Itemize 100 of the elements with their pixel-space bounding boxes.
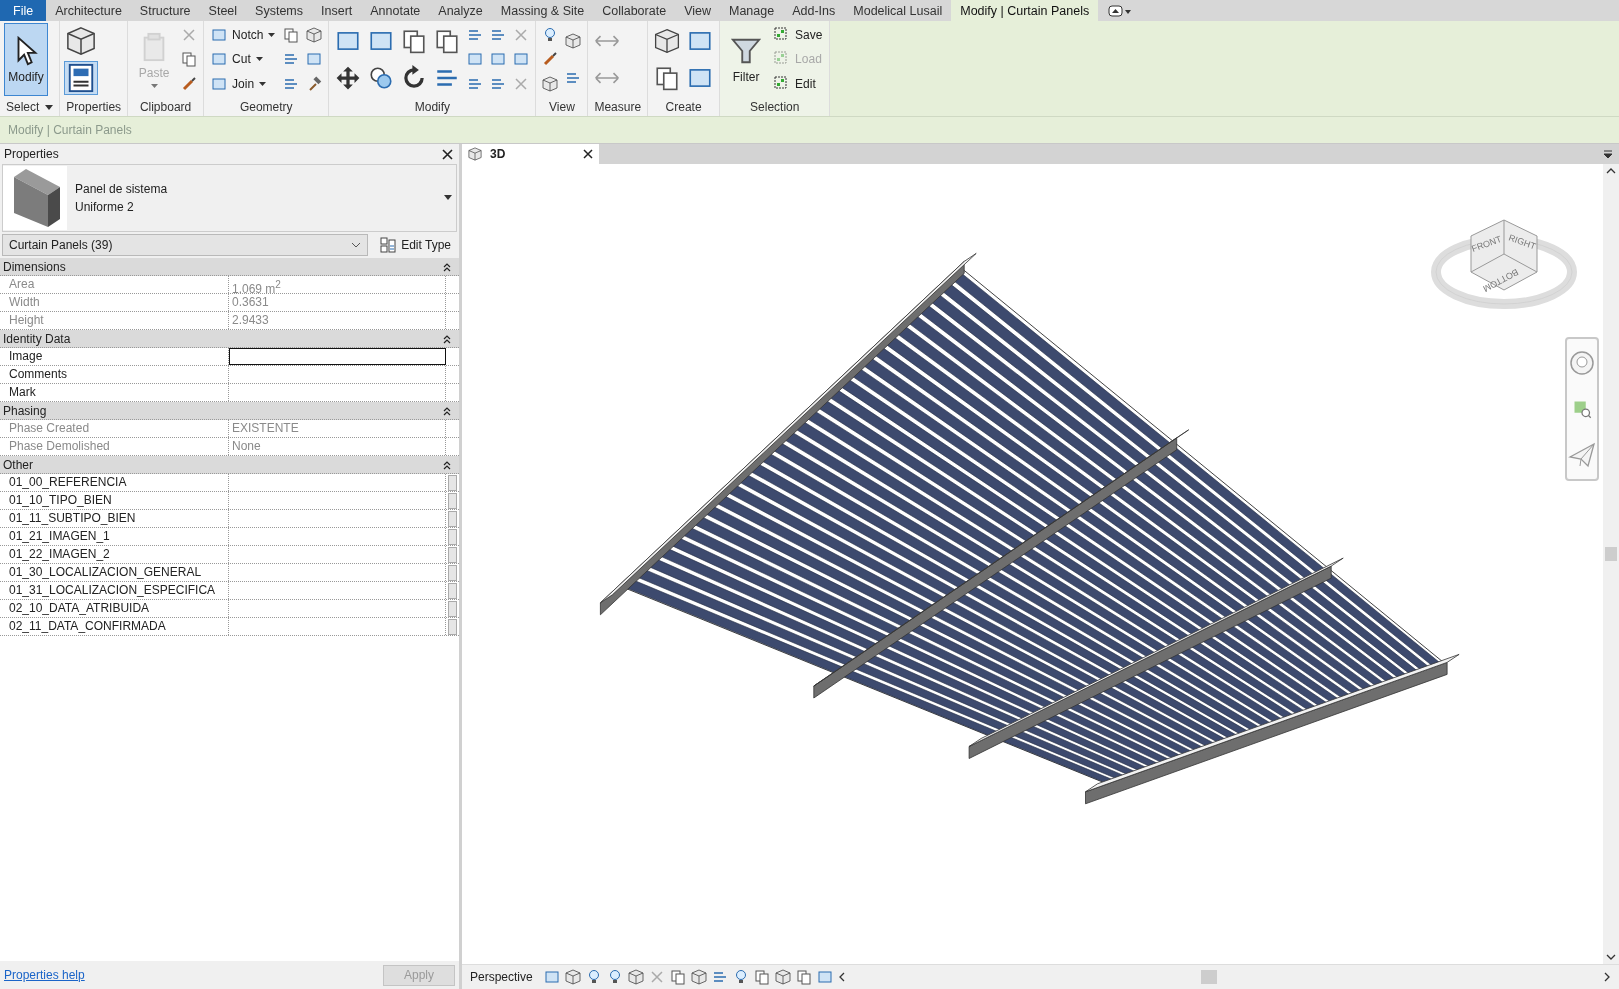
move-icon: [335, 64, 362, 91]
row-button[interactable]: [448, 600, 457, 617]
ribbon-tab[interactable]: Modelical Lusail: [844, 0, 952, 21]
property-label: 01_00_REFERENCIA: [0, 474, 229, 491]
property-label: Mark: [0, 384, 229, 401]
ribbon-tab[interactable]: Add-Ins: [783, 0, 845, 21]
square-icon: [211, 75, 228, 92]
ribbon-tab[interactable]: Analyze: [429, 0, 492, 21]
panel-title: Selection: [749, 99, 801, 116]
tool-button[interactable]: Save: [771, 26, 826, 45]
tool-button[interactable]: Notch: [208, 26, 279, 45]
category-dropdown[interactable]: Curtain Panels (39): [2, 234, 369, 256]
copy-icon[interactable]: [753, 969, 770, 985]
square-icon: [211, 27, 228, 44]
property-value-field[interactable]: 1.069 m$^{2}$: [229, 276, 459, 293]
property-label: Phase Created: [0, 420, 229, 437]
property-label: 02_10_DATA_ATRIBUIDA: [0, 600, 229, 617]
ribbon-tab[interactable]: Annotate: [361, 0, 430, 21]
group-header[interactable]: Dimensions: [0, 258, 459, 276]
steering-wheel-icon[interactable]: [1569, 350, 1595, 377]
row-button[interactable]: [448, 564, 457, 581]
context-label: Modify | Curtain Panels: [8, 123, 132, 137]
close-icon: [583, 149, 593, 159]
panel-title: Create: [664, 99, 703, 116]
ribbon-tab[interactable]: Massing & Site: [491, 0, 594, 21]
property-value-field[interactable]: 2.9433: [229, 312, 459, 329]
projection-label[interactable]: Perspective: [470, 970, 533, 984]
chevron-right-icon[interactable]: [1603, 972, 1611, 982]
panel-title: Properties: [65, 99, 123, 116]
ribbon-toggle-icon: [1108, 4, 1133, 17]
scrollbar-thumb[interactable]: [1200, 970, 1217, 984]
scrollbar-thumb[interactable]: [1605, 547, 1617, 561]
close-button[interactable]: [440, 146, 455, 162]
group-header[interactable]: Identity Data: [0, 330, 459, 348]
property-label: 01_22_IMAGEN_2: [0, 546, 229, 563]
cube-icon[interactable]: [774, 969, 791, 985]
ribbon-tab[interactable]: Collaborate: [593, 0, 676, 21]
property-label: Phase Demolished: [0, 438, 229, 455]
ribbon-tab[interactable]: Modify | Curtain Panels: [951, 0, 1099, 21]
chevron-up-icon[interactable]: [1606, 167, 1616, 175]
ribbon-tab[interactable]: Structure: [130, 0, 200, 21]
property-value-field[interactable]: None: [229, 438, 459, 455]
type-selector[interactable]: Panel de sistema Uniforme 2: [2, 164, 457, 232]
cube-icon[interactable]: [564, 969, 581, 985]
copy-icon: [434, 28, 461, 55]
ribbon-tab[interactable]: View: [675, 0, 720, 21]
document-tab[interactable]: 3D: [462, 144, 599, 164]
chevron-icon: [443, 261, 451, 272]
property-value-field[interactable]: 0.3631: [229, 294, 459, 311]
row-button[interactable]: [448, 618, 457, 635]
copy-icon[interactable]: [669, 969, 686, 985]
property-label: 01_30_LOCALIZACION_GENERAL: [0, 564, 229, 581]
row-button[interactable]: [448, 582, 457, 599]
property-label: 01_21_IMAGEN_1: [0, 528, 229, 545]
tool-button[interactable]: Filter: [724, 23, 769, 96]
cube-icon[interactable]: [627, 969, 644, 985]
cube-icon[interactable]: [690, 969, 707, 985]
property-label: 02_11_DATA_CONFIRMADA: [0, 618, 229, 635]
lines-icon[interactable]: [711, 969, 728, 985]
tool-button[interactable]: [64, 60, 99, 95]
group-header[interactable]: Other: [0, 456, 459, 474]
help-link[interactable]: Properties help: [4, 968, 85, 982]
panel-title: Modify: [413, 99, 452, 116]
close-icon: [442, 148, 453, 160]
caret-icon: [150, 83, 158, 88]
caret-icon: [45, 104, 54, 110]
paper-plane-icon[interactable]: [1568, 441, 1596, 468]
tool-button[interactable]: Join: [208, 74, 279, 93]
ribbon-tab[interactable]: Systems: [246, 0, 312, 21]
edit-type-button[interactable]: Edit Type: [374, 234, 457, 256]
square-icon: [513, 51, 530, 68]
menu-icon[interactable]: [1603, 149, 1613, 159]
copy-icon: [283, 27, 300, 44]
cube-icon: [66, 26, 97, 57]
tool-button[interactable]: Edit: [771, 74, 826, 93]
tool-button[interactable]: Cut: [208, 50, 279, 69]
copy-icon: [181, 51, 198, 68]
caret-icon: [259, 81, 267, 86]
ribbon-tab[interactable]: Manage: [720, 0, 784, 21]
panel-title: Measure: [593, 99, 643, 116]
row-button[interactable]: [448, 492, 457, 509]
tool-button[interactable]: Modify: [4, 23, 48, 96]
group-header[interactable]: Phasing: [0, 402, 459, 420]
row-button[interactable]: [448, 546, 457, 563]
panel-title: View: [548, 99, 576, 116]
row-button[interactable]: [448, 510, 457, 527]
chevron-left-icon[interactable]: [837, 972, 846, 982]
chevron-down-icon[interactable]: [1606, 953, 1616, 961]
zoom-icon[interactable]: [1572, 399, 1592, 419]
ribbon-tab[interactable]: Steel: [199, 0, 247, 21]
copy-icon[interactable]: [795, 969, 812, 985]
ribbon-tab[interactable]: Architecture: [46, 0, 131, 21]
circles-icon: [368, 64, 395, 91]
row-button[interactable]: [448, 474, 457, 491]
square-icon[interactable]: [543, 969, 560, 985]
ribbon-tab[interactable]: Insert: [312, 0, 362, 21]
brush-icon: [542, 51, 559, 68]
ribbon-tab[interactable]: File: [0, 0, 47, 21]
panel-menu-button[interactable]: Select: [0, 98, 60, 116]
row-button[interactable]: [448, 528, 457, 545]
